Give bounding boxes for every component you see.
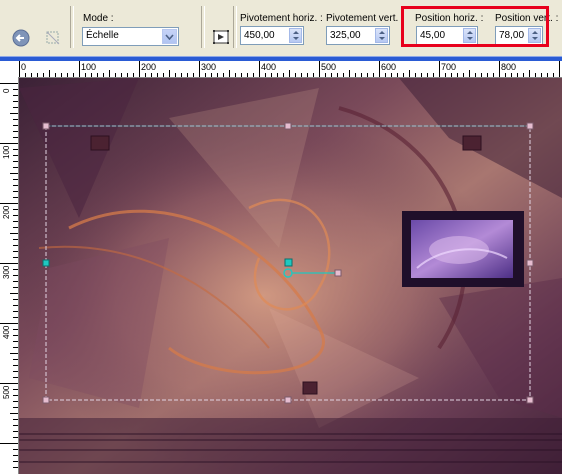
ruler-label: 500 xyxy=(2,385,11,399)
mode-label: Mode : xyxy=(83,13,114,24)
resize-handle[interactable] xyxy=(526,259,534,267)
back-arrow-button[interactable] xyxy=(10,27,32,49)
resize-handle[interactable] xyxy=(526,122,534,130)
ruler-label: 600 xyxy=(381,62,396,72)
chevron-down-icon[interactable] xyxy=(162,29,177,44)
ruler-label: 200 xyxy=(2,205,11,219)
spin-arrows-icon[interactable] xyxy=(375,28,388,43)
resize-handle[interactable] xyxy=(526,396,534,404)
separator xyxy=(201,6,205,48)
resize-handle[interactable] xyxy=(284,396,292,404)
separator xyxy=(70,6,74,48)
ornament-square xyxy=(302,381,318,395)
mode-value: Échelle xyxy=(86,30,119,41)
resize-handle[interactable] xyxy=(284,122,292,130)
ruler-label: 500 xyxy=(321,62,336,72)
pivot-h-value: 450,00 xyxy=(244,30,275,41)
pivot-h-spinbox[interactable]: 450,00 xyxy=(240,26,304,45)
ruler-label: 0 xyxy=(21,62,26,72)
pivot-v-value: 325,00 xyxy=(330,30,361,41)
ruler-label: 0 xyxy=(2,88,11,93)
pivot-v-label: Pivotement vert. : xyxy=(326,13,404,24)
ruler-label: 300 xyxy=(2,265,11,279)
ruler-label: 100 xyxy=(81,62,96,72)
ornament-square xyxy=(462,135,482,151)
resize-handle[interactable] xyxy=(42,396,50,404)
inset-photo xyxy=(402,211,524,287)
pivot-v-spinbox[interactable]: 325,00 xyxy=(326,26,390,45)
ruler-label: 300 xyxy=(201,62,216,72)
ruler-label: 200 xyxy=(141,62,156,72)
apply-transform-button[interactable] xyxy=(210,26,232,48)
ornament-square xyxy=(90,135,110,151)
rotation-handle[interactable] xyxy=(334,269,342,277)
ruler-label: 800 xyxy=(501,62,516,72)
mode-select[interactable]: Échelle xyxy=(82,27,179,46)
deform-tool-button[interactable] xyxy=(42,27,64,49)
ruler-label: 400 xyxy=(261,62,276,72)
separator xyxy=(233,6,237,48)
ruler-label: 700 xyxy=(441,62,456,72)
deform-tool-icon xyxy=(46,31,60,45)
ruler-label: 100 xyxy=(2,145,11,159)
pivot-handle[interactable] xyxy=(284,258,293,267)
image-canvas[interactable] xyxy=(19,78,562,474)
back-arrow-icon xyxy=(12,29,30,47)
apply-transform-icon xyxy=(213,30,229,44)
vertical-ruler: 0 100 200 300 400 500 xyxy=(0,77,19,474)
pivot-h-label: Pivotement horiz. : xyxy=(240,13,323,24)
tool-options-bar: Mode : Échelle Pivotement horiz. : 450,0… xyxy=(0,0,562,55)
position-highlight-box xyxy=(401,6,549,47)
ruler-label: 400 xyxy=(2,325,11,339)
resize-handle[interactable] xyxy=(42,259,50,267)
horizontal-ruler: 0 100 200 300 400 500 600 700 800 xyxy=(0,61,562,78)
spin-arrows-icon[interactable] xyxy=(289,28,302,43)
resize-handle[interactable] xyxy=(42,122,50,130)
